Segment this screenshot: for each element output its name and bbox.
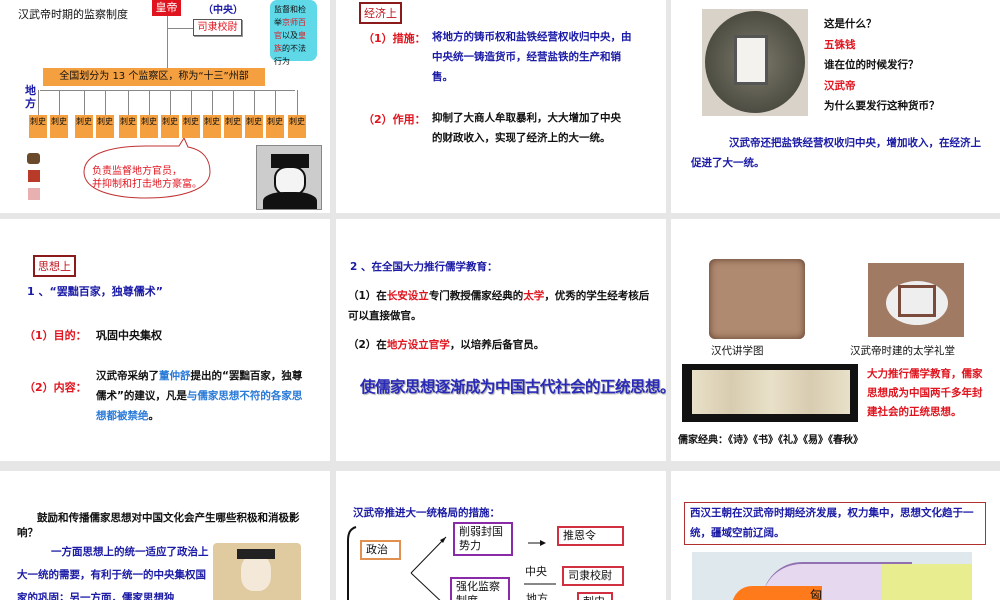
slide-6-confucian-images[interactable]: 汉代讲学图 汉武帝时建的太学礼堂 大力推行儒学教育，儒家思想成为中国两千多年封建… (671, 219, 1000, 461)
central-label: （中央） (203, 5, 243, 16)
cishi-box: 刺史 (266, 115, 284, 138)
hall-caption: 汉武帝时建的太学礼堂 (850, 345, 955, 357)
emperor-box: 皇帝 (152, 0, 181, 16)
classics-scrolls-image (682, 364, 858, 422)
content-label: （2）内容： (24, 381, 87, 394)
note-bubble: 监督和检举京师百官以及皇族的不法行为 (270, 0, 317, 66)
effect-label: （2）作用： (363, 113, 426, 126)
bubble-line-2: 并抑制和打击地方豪富。 (92, 179, 202, 190)
supervision-box: 强化监察制度 (450, 577, 510, 600)
cishi-box: 刺史 (161, 115, 179, 138)
weaken-vassals-box: 削弱封国势力 (453, 522, 513, 556)
emperor-portrait (256, 145, 322, 210)
slide-1-supervision-system[interactable]: 汉武帝时期的监察制度 皇帝 （中央） 司隶校尉 监督和检举京师百官以及皇族的不法… (0, 0, 330, 213)
content-text: 汉武帝采纳了董仲舒提出的“罢黜百家，独尊儒术”的建议，凡是与儒家思想不符的各家思… (96, 370, 303, 422)
discussion-question: 鼓励和传播儒家思想对中国文化会产生哪些积极和消极影响？ (17, 512, 300, 539)
economy-tag: 经济上 (359, 2, 402, 24)
discussion-answer: 一方面思想上的统一适应了政治上大一统的需要，有利于统一的中央集权国家的巩固；另一… (17, 546, 209, 600)
branch-line (59, 90, 60, 115)
branch-line (191, 90, 192, 115)
lecture-caption: 汉代讲学图 (711, 345, 764, 357)
western-han-map: 匈 (692, 552, 972, 600)
connector-line (167, 28, 193, 29)
cishi-box: 刺史 (96, 115, 114, 138)
effect-text: 抑制了大商人牟取暴利，大大增加了中央的财政收入，实现了经济上的大一统。 (432, 112, 621, 144)
branch-line (212, 90, 213, 115)
taixue-hall-image (868, 263, 964, 337)
branch-line (84, 90, 85, 115)
slide-2-economy[interactable]: 经济上 （1）措施： 将地方的铸币权和盐铁经营权收归中央，由中央统一铸造货币，经… (336, 0, 666, 213)
connector-line (167, 16, 168, 68)
seal-icon (27, 153, 40, 164)
cishi-box: 刺史 (182, 115, 200, 138)
politics-box: 政治 (360, 540, 401, 560)
sili-box: 司隶校尉 (562, 566, 624, 586)
classics-list: 儒家经典：《诗》《书》《礼》《易》《春秋》 (678, 435, 863, 446)
qa-question: 为什么要发行这种货币？ (824, 100, 940, 112)
branch-line (149, 90, 150, 115)
cishi-box: 刺史 (245, 115, 263, 138)
local-label: 地方 (526, 592, 548, 600)
qa-answer: 五铢钱 (824, 38, 856, 51)
slide-title: 汉武帝时期的监察制度 (18, 8, 128, 21)
orthodox-banner: 使儒家思想逐渐成为中国古代社会的正统思想。 (360, 378, 666, 396)
map-label-xiongnu: 匈 (810, 588, 823, 600)
summary-text: 汉武帝还把盐铁经营权收归中央，增加收入，在经济上促进了大一统。 (691, 137, 981, 169)
education-heading: 2 、在全国大力推行儒学教育： (350, 261, 498, 273)
qa-question: 谁在位的时候发行？ (824, 59, 919, 71)
qa-question: 这是什么？ (824, 18, 877, 30)
taixue-text: （1）在长安设立专门教授儒家经典的太学，优秀的学生经考核后可以直接做官。 (348, 290, 650, 322)
measure-text: 将地方的铸币权和盐铁经营权收归中央，由中央统一铸造货币，经营盐铁的生产和销售。 (432, 31, 632, 83)
measure-label: （1）措施： (363, 32, 426, 45)
branch-line (254, 90, 255, 115)
slide-7-discussion[interactable]: 鼓励和传播儒家思想对中国文化会产生哪些积极和消极影响？ 一方面思想上的统一适应了… (0, 471, 330, 600)
qa-answer: 汉武帝 (824, 79, 856, 92)
slide-9-summary-map[interactable]: 西汉王朝在汉武帝时期经济发展，权力集中，思想文化趋于一统，疆域空前辽阔。 匈 (671, 471, 1000, 600)
seal-stamp-icon (28, 170, 40, 182)
local-label: 地方 (25, 84, 36, 110)
cishi-box: 刺史 (577, 592, 613, 600)
thirteen-regions-banner: 全国划分为 13 个监察区，称为“十三”州部 (43, 68, 265, 86)
cishi-box: 刺史 (75, 115, 93, 138)
scholar-portrait (213, 543, 301, 600)
purpose-text: 巩固中央集权 (96, 329, 162, 342)
seal-print-icon (28, 188, 40, 200)
western-han-summary: 西汉王朝在汉武帝时期经济发展，权力集中，思想文化趋于一统，疆域空前辽阔。 (684, 502, 986, 545)
purpose-label: （1）目的： (24, 329, 87, 342)
cishi-box: 刺史 (119, 115, 137, 138)
branch-line (233, 90, 234, 115)
branch-line (40, 90, 295, 91)
confucian-orthodox-text: 大力推行儒学教育，儒家思想成为中国两千多年封建社会的正统思想。 (867, 368, 983, 418)
cishi-box: 刺史 (29, 115, 47, 138)
branch-line (275, 90, 276, 115)
thought-heading: 1 、“罢黜百家，独尊儒术” (27, 285, 163, 298)
branch-line (128, 90, 129, 115)
cishi-box: 刺史 (224, 115, 242, 138)
guanxue-text: （2）在地方设立官学，以培养后备官员。 (348, 339, 545, 351)
slide-8-measures-diagram[interactable]: 汉武帝推进大一统格局的措施： 政治 削弱封国势力 推恩令 中央 司隶校尉 强化监… (336, 471, 666, 600)
cishi-box: 刺史 (288, 115, 306, 138)
slide-3-coin[interactable]: 汉武帝还把盐铁经营权收归中央，增加收入，在经济上促进了大一统。 这是什么？ 五铢钱… (671, 0, 1000, 213)
branch-line (170, 90, 171, 115)
slide-4-thought[interactable]: 思想上 1 、“罢黜百家，独尊儒术” （1）目的： 巩固中央集权 （2）内容： … (0, 219, 330, 461)
branch-line (105, 90, 106, 115)
cishi-box: 刺史 (203, 115, 221, 138)
wuzhu-coin-image (702, 9, 808, 116)
lecture-image (709, 259, 805, 339)
cishi-box: 刺史 (50, 115, 68, 138)
slide-5-education[interactable]: 2 、在全国大力推行儒学教育： （1）在长安设立专门教授儒家经典的太学，优秀的学… (336, 219, 666, 461)
cishi-box: 刺史 (140, 115, 158, 138)
thought-tag: 思想上 (33, 255, 76, 277)
sili-box: 司隶校尉 (193, 19, 242, 36)
branch-line (297, 90, 298, 115)
central-label: 中央 (525, 565, 547, 578)
tuien-edict-box: 推恩令 (557, 526, 624, 546)
branch-line (38, 90, 39, 115)
